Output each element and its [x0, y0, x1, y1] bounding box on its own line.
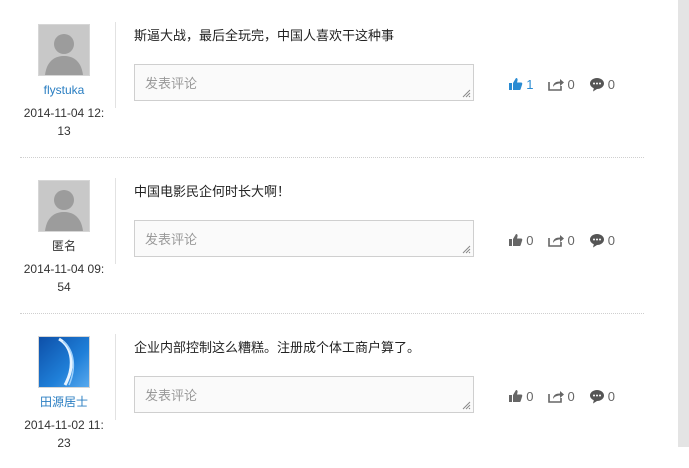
reply-input[interactable]: 发表评论: [134, 376, 474, 413]
like-count: 1: [526, 76, 534, 92]
thumbs-up-icon: [509, 234, 523, 246]
reply-count: 0: [607, 388, 615, 404]
reply-input-placeholder: 发表评论: [145, 232, 198, 247]
vertical-divider: [115, 178, 116, 264]
comment-user: flystuka 2014-11-04 12:13: [22, 22, 106, 140]
comment-item: flystuka 2014-11-04 12:13 斯逼大战，最后全玩完，中国人…: [0, 0, 660, 158]
reply-input-placeholder: 发表评论: [145, 388, 198, 403]
comment-timestamp: 2014-11-04 09:54: [23, 262, 105, 294]
vertical-divider: [115, 334, 116, 420]
comment-item: 田源居士 2014-11-02 11:23 企业内部控制这么糟糕。注册成个体工商…: [0, 312, 660, 468]
user-name-link[interactable]: flystuka: [22, 82, 106, 98]
reply-input-placeholder: 发表评论: [145, 76, 198, 91]
like-button[interactable]: 1: [508, 76, 534, 92]
comment-item: 匿名 2014-11-04 09:54 中国电影民企何时长大啊！ 发表评论 0 …: [0, 156, 660, 314]
share-icon: [547, 235, 564, 247]
share-button[interactable]: 0: [547, 76, 575, 92]
share-count: 0: [567, 388, 575, 404]
reply-button[interactable]: 0: [589, 233, 615, 248]
speech-bubble-icon: [589, 389, 604, 403]
speech-bubble-icon: [589, 77, 604, 91]
resize-grip-icon[interactable]: [462, 245, 471, 254]
share-count: 0: [567, 76, 575, 92]
reply-count: 0: [607, 232, 615, 248]
resize-grip-icon[interactable]: [462, 89, 471, 98]
comment-actions: 0 0 0: [508, 386, 615, 406]
share-button[interactable]: 0: [547, 232, 575, 248]
default-avatar-icon[interactable]: [38, 24, 90, 76]
user-name-link[interactable]: 田源居士: [22, 394, 106, 410]
like-button[interactable]: 0: [508, 232, 534, 248]
default-avatar-icon[interactable]: [38, 180, 90, 232]
reply-button[interactable]: 0: [589, 77, 615, 92]
reply-button[interactable]: 0: [589, 389, 615, 404]
comment-timestamp: 2014-11-04 12:13: [23, 106, 105, 138]
user-avatar[interactable]: [38, 336, 90, 388]
comment-user: 匿名 2014-11-04 09:54: [22, 178, 106, 296]
comment-actions: 0 0 0: [508, 230, 615, 250]
reply-count: 0: [607, 76, 615, 92]
comment-text: 企业内部控制这么糟糕。注册成个体工商户算了。: [134, 340, 421, 355]
share-count: 0: [567, 232, 575, 248]
resize-grip-icon[interactable]: [462, 401, 471, 410]
like-count: 0: [526, 388, 534, 404]
comment-user: 田源居士 2014-11-02 11:23: [22, 334, 106, 452]
comment-text: 斯逼大战，最后全玩完，中国人喜欢干这种事: [134, 28, 395, 43]
like-button[interactable]: 0: [508, 388, 534, 404]
like-count: 0: [526, 232, 534, 248]
user-name: 匿名: [51, 239, 76, 253]
scrollbar-track[interactable]: [678, 0, 689, 447]
share-icon: [547, 79, 564, 91]
speech-bubble-icon: [589, 233, 604, 247]
share-button[interactable]: 0: [547, 388, 575, 404]
share-icon: [547, 391, 564, 403]
vertical-divider: [115, 22, 116, 108]
comment-text: 中国电影民企何时长大啊！: [134, 184, 291, 199]
reply-input[interactable]: 发表评论: [134, 220, 474, 257]
comment-actions: 1 0 0: [508, 74, 615, 94]
thumbs-up-icon: [509, 390, 523, 402]
thumbs-up-icon: [509, 78, 523, 90]
reply-input[interactable]: 发表评论: [134, 64, 474, 101]
